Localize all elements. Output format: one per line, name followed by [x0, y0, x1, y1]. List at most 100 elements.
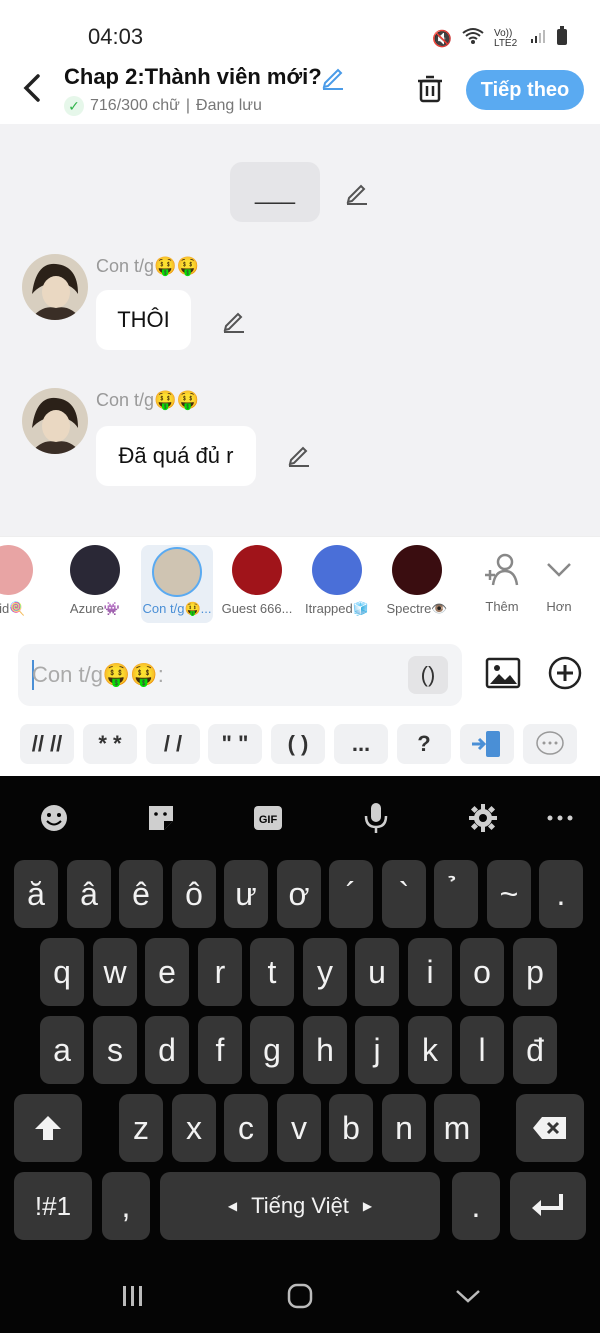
backspace-icon: [533, 1117, 566, 1139]
key[interactable]: ô: [172, 860, 216, 928]
sticker-icon[interactable]: [141, 800, 181, 836]
character-name: Azure👾: [69, 601, 121, 616]
network-label: Vo)) LTE2: [494, 27, 518, 49]
edit-title-pencil-icon[interactable]: [320, 64, 346, 90]
key[interactable]: c: [224, 1094, 268, 1162]
key[interactable]: i: [408, 938, 452, 1006]
shift-key[interactable]: [14, 1094, 82, 1162]
key[interactable]: s: [93, 1016, 137, 1084]
language-right-icon: ▶: [362, 1199, 373, 1213]
trash-icon[interactable]: [414, 72, 446, 104]
enter-key[interactable]: [510, 1172, 586, 1240]
character-avatar: [152, 547, 202, 597]
message-bubble[interactable]: THÔI: [96, 290, 191, 350]
character-item[interactable]: Itrapped🧊: [301, 545, 373, 617]
character-item[interactable]: Azure👾: [59, 545, 131, 617]
more-options-icon[interactable]: [540, 800, 580, 836]
key[interactable]: a: [40, 1016, 84, 1084]
settings-gear-icon[interactable]: [463, 800, 503, 836]
key[interactable]: e: [145, 938, 189, 1006]
key[interactable]: ~: [487, 860, 531, 928]
character-name: Kid🍭: [0, 601, 26, 616]
formatting-shortcuts: // // * * / / " " ( ) ... ?: [0, 714, 600, 776]
key[interactable]: l: [460, 1016, 504, 1084]
symbols-key[interactable]: !#1: [14, 1172, 92, 1240]
keyboard: GIF ă â ê ô ư ơ ´ ` ̉ ~ . q w e r t y u …: [0, 776, 600, 1333]
key[interactable]: v: [277, 1094, 321, 1162]
backspace-key[interactable]: [516, 1094, 584, 1162]
comma-key[interactable]: ,: [102, 1172, 150, 1240]
key[interactable]: ơ: [277, 860, 321, 928]
key[interactable]: q: [40, 938, 84, 1006]
status-time: 04:03: [88, 24, 144, 49]
message-input[interactable]: Con t/g🤑🤑: (): [18, 644, 462, 706]
key[interactable]: f: [198, 1016, 242, 1084]
shortcut-button[interactable]: " ": [208, 724, 262, 764]
key[interactable]: w: [93, 938, 137, 1006]
key[interactable]: z: [119, 1094, 163, 1162]
space-key[interactable]: ◀ Tiếng Việt ▶: [160, 1172, 440, 1240]
shortcut-button[interactable]: // //: [20, 724, 74, 764]
shortcut-button[interactable]: ...: [334, 724, 388, 764]
key[interactable]: r: [198, 938, 242, 1006]
back-chevron-icon[interactable]: [448, 1278, 488, 1314]
emoji-icon[interactable]: [34, 800, 74, 836]
insert-icon[interactable]: [460, 724, 514, 764]
key[interactable]: m: [434, 1094, 480, 1162]
key[interactable]: â: [67, 860, 111, 928]
period-key[interactable]: .: [452, 1172, 500, 1240]
message-bubble[interactable]: Đã quá đủ r: [96, 426, 256, 486]
key[interactable]: y: [303, 938, 347, 1006]
recent-apps-icon[interactable]: [113, 1278, 153, 1314]
key[interactable]: x: [172, 1094, 216, 1162]
back-arrow-icon[interactable]: [18, 70, 52, 110]
status-bar: 04:03 🔇 Vo)) LTE2: [0, 0, 600, 60]
key[interactable]: t: [250, 938, 294, 1006]
key[interactable]: u: [355, 938, 399, 1006]
editor-header: Chap 2:Thành viên mới? ✓ 716/300 chữ | Đ…: [0, 60, 600, 124]
message-input-row: Con t/g🤑🤑: (): [0, 632, 600, 715]
key[interactable]: g: [250, 1016, 294, 1084]
image-icon[interactable]: [484, 654, 522, 692]
gif-icon[interactable]: GIF: [248, 800, 288, 836]
edit-pencil-icon[interactable]: [344, 180, 370, 206]
key[interactable]: h: [303, 1016, 347, 1084]
key[interactable]: ̉: [434, 860, 478, 928]
key[interactable]: o: [460, 938, 504, 1006]
edit-pencil-icon[interactable]: [286, 442, 312, 468]
key[interactable]: k: [408, 1016, 452, 1084]
edit-pencil-icon[interactable]: [221, 308, 247, 334]
key[interactable]: ´: [329, 860, 373, 928]
home-icon[interactable]: [280, 1278, 320, 1314]
character-name: Spectre👁️: [386, 601, 448, 616]
character-item[interactable]: Kid🍭: [0, 545, 44, 617]
key[interactable]: n: [382, 1094, 426, 1162]
shortcut-button[interactable]: ( ): [271, 724, 325, 764]
key[interactable]: ư: [224, 860, 268, 928]
key[interactable]: .: [539, 860, 583, 928]
shortcut-button[interactable]: ?: [397, 724, 451, 764]
expand-button[interactable]: Hơn: [523, 545, 595, 614]
character-name: Itrapped🧊: [305, 601, 369, 616]
mute-icon: 🔇: [432, 30, 452, 48]
microphone-icon[interactable]: [356, 800, 396, 836]
key[interactable]: đ: [513, 1016, 557, 1084]
key[interactable]: `: [382, 860, 426, 928]
key[interactable]: b: [329, 1094, 373, 1162]
placeholder-bubble[interactable]: ___: [230, 162, 320, 222]
add-circle-icon[interactable]: [546, 654, 584, 692]
shortcut-button[interactable]: * *: [83, 724, 137, 764]
character-item-selected[interactable]: Con t/g🤑...: [141, 545, 213, 623]
next-button[interactable]: Tiếp theo: [466, 70, 584, 110]
key[interactable]: j: [355, 1016, 399, 1084]
key[interactable]: p: [513, 938, 557, 1006]
character-item[interactable]: Guest 666...: [221, 545, 293, 616]
key[interactable]: d: [145, 1016, 189, 1084]
expand-label: Hơn: [546, 599, 572, 614]
chat-bubble-icon[interactable]: [523, 724, 577, 764]
key[interactable]: ă: [14, 860, 58, 928]
character-item[interactable]: Spectre👁️: [381, 545, 453, 617]
parenthesis-button[interactable]: (): [408, 656, 448, 694]
key[interactable]: ê: [119, 860, 163, 928]
shortcut-button[interactable]: / /: [146, 724, 200, 764]
